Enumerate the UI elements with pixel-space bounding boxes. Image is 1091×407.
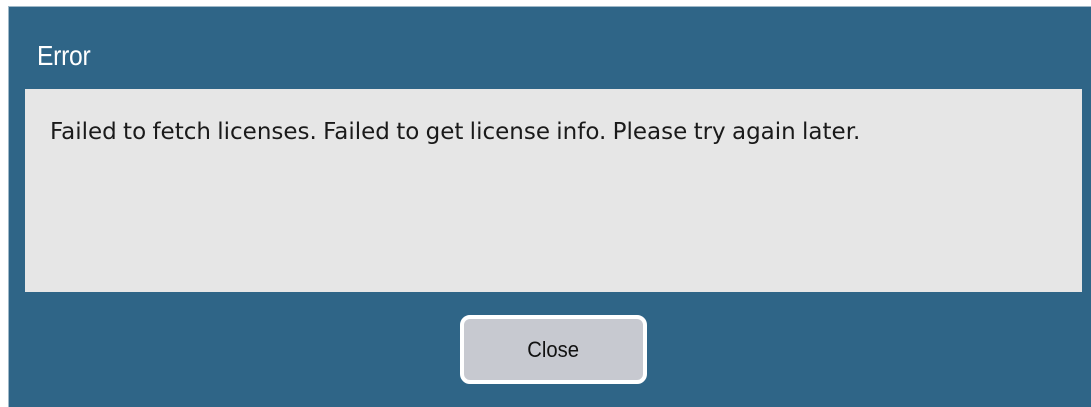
error-dialog: Error Failed to fetch licenses. Failed t… [8, 6, 1091, 407]
close-button-label: Close [527, 337, 580, 362]
close-button[interactable]: Close [460, 315, 647, 384]
dialog-title: Error [37, 40, 91, 71]
message-panel: Failed to fetch licenses. Failed to get … [25, 89, 1082, 292]
error-message: Failed to fetch licenses. Failed to get … [50, 119, 861, 145]
